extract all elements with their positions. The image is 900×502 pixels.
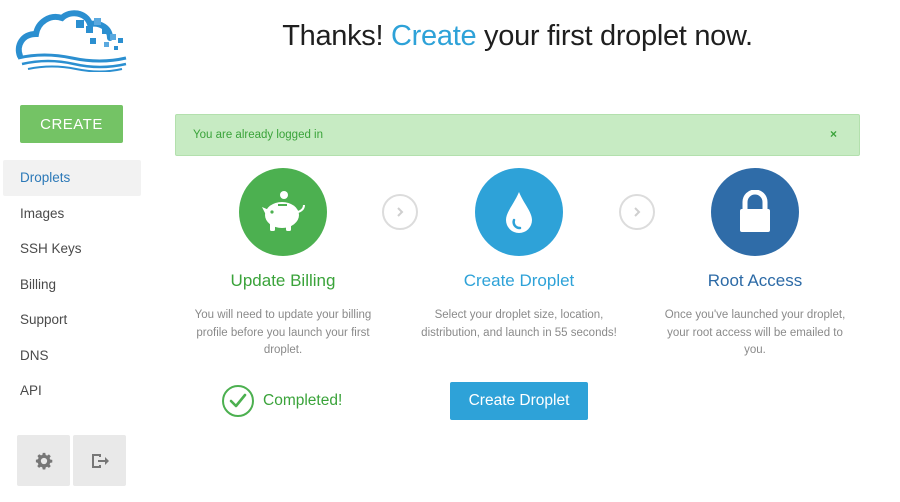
cloud-logo-icon[interactable] [14,6,130,73]
sidebar-item-images[interactable]: Images [3,196,141,232]
sidebar-item-dns[interactable]: DNS [3,338,141,374]
droplet-icon [506,192,532,233]
piggy-bank-icon [262,191,305,231]
title-prefix: Thanks! [282,20,384,52]
sidebar-item-api[interactable]: API [3,373,141,409]
step-billing-title: Update Billing [230,271,336,290]
sidebar-item-support[interactable]: Support [3,302,141,338]
completed-label: Completed! [263,392,343,409]
step-root-circle [711,168,799,256]
alert-message: You are already logged in [193,129,324,141]
step-create-droplet: Create Droplet Select your droplet size,… [409,168,629,342]
step-billing-description: You will need to update your billing pro… [194,309,372,356]
settings-button[interactable] [17,435,70,486]
create-droplet-button[interactable]: Create Droplet [450,382,588,420]
sidebar-item-billing[interactable]: Billing [3,267,141,303]
sidebar-item-droplets[interactable]: Droplets [3,160,141,196]
title-accent: Create [391,20,477,52]
checkmark-icon [222,385,254,417]
sidebar-item-ssh-keys[interactable]: SSH Keys [3,231,141,267]
title-suffix: your first droplet now. [484,20,753,52]
step-root-title: Root Access [707,271,803,290]
login-alert: You are already logged in × [175,114,860,156]
create-button[interactable]: CREATE [20,105,123,143]
sidebar-nav: Droplets Images SSH Keys Billing Support… [3,160,141,409]
step-droplet-circle [475,168,563,256]
sidebar: CREATE Droplets Images SSH Keys Billing … [0,0,145,502]
step-droplet-title: Create Droplet [463,271,575,290]
step-root-access: Root Access Once you've launched your dr… [645,168,865,360]
lock-icon [740,190,770,232]
logout-icon [91,453,109,468]
page-title: Thanks! Create your first droplet now. [175,20,860,53]
step-droplet-description: Select your droplet size, location, dist… [421,309,617,339]
step-update-billing: Update Billing You will need to update y… [173,168,393,360]
gear-icon [35,452,52,469]
step-billing-circle [239,168,327,256]
billing-completed-status: Completed! [222,384,342,418]
alert-close-icon[interactable]: × [830,127,837,141]
step-root-description: Once you've launched your droplet, your … [664,309,846,356]
logout-button[interactable] [73,435,126,486]
